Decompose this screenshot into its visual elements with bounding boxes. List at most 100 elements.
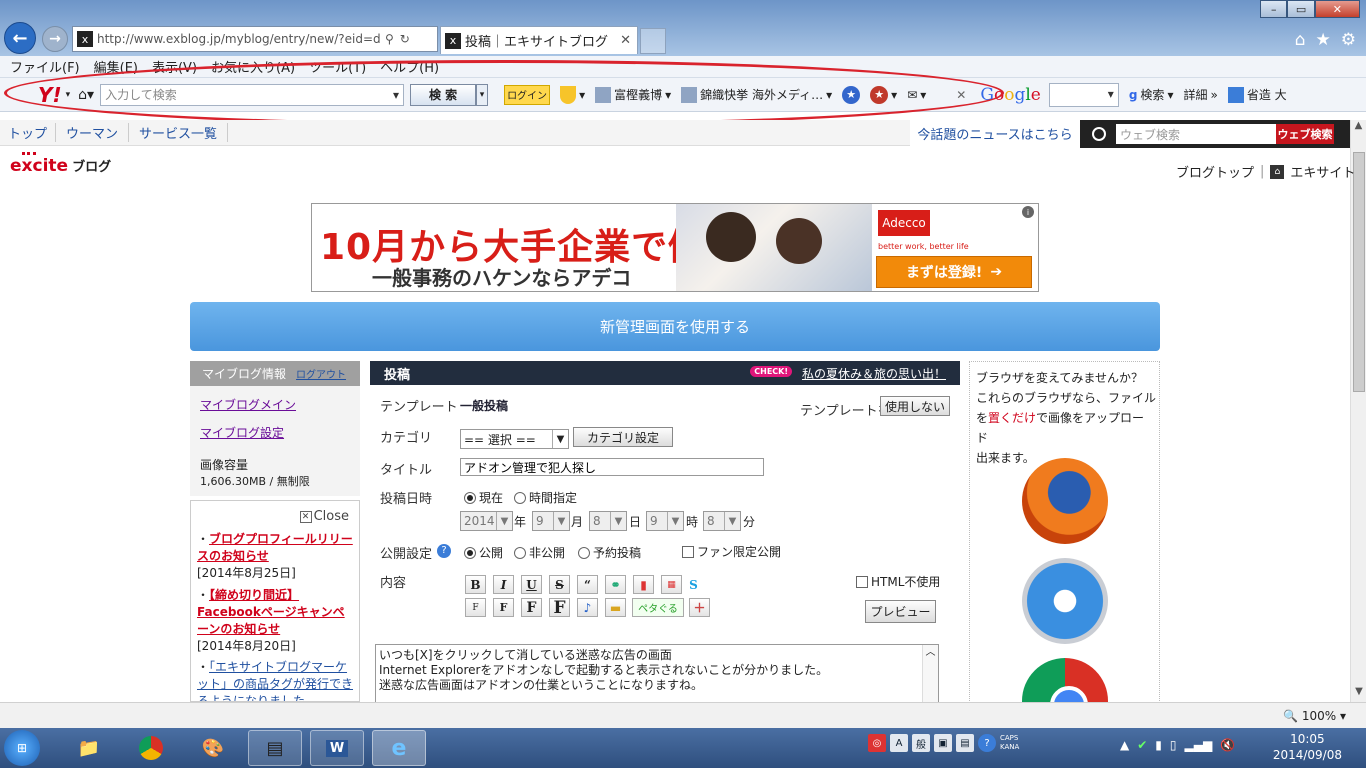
day-select[interactable]: 8 ▼	[589, 511, 627, 531]
category-settings-button[interactable]: カテゴリ設定	[573, 427, 673, 447]
logout-link[interactable]: ログアウト	[296, 366, 346, 381]
excite-link[interactable]: エキサイト	[1290, 162, 1355, 181]
date-now-radio[interactable]: 現在	[464, 489, 503, 506]
volume-mute-icon[interactable]: 🔇	[1220, 738, 1235, 752]
bold-button[interactable]: B	[465, 575, 486, 594]
publish-public-radio[interactable]: 公開	[464, 544, 503, 561]
font-size-xlarge-button[interactable]: F	[549, 598, 570, 618]
chrome-icon[interactable]	[1022, 658, 1108, 702]
google-search-button[interactable]: g 検索 ▾	[1129, 86, 1174, 103]
home-icon[interactable]: ⌂	[1295, 30, 1306, 50]
ime-icon[interactable]: ◎	[868, 734, 886, 752]
publish-private-radio[interactable]: 非公開	[514, 544, 565, 561]
notice-link[interactable]: 【締め切り間近】Facebookページキャンペーンのお知らせ	[197, 588, 345, 636]
font-size-small-button[interactable]: F	[465, 598, 486, 617]
html-off-checkbox[interactable]: HTML不使用	[856, 573, 940, 590]
font-size-large-button[interactable]: F	[521, 598, 542, 617]
menu-help[interactable]: ヘルプ(H)	[380, 57, 439, 76]
title-input[interactable]: アドオン管理で犯人探し	[460, 458, 764, 476]
zoom-control[interactable]: 🔍 100% ▾	[1283, 709, 1346, 723]
color-grid-icon[interactable]: ▦	[661, 575, 682, 594]
user-account[interactable]: 省造 大川	[1227, 86, 1287, 103]
menu-edit[interactable]: 編集(E)	[94, 57, 138, 76]
show-hidden-icons[interactable]: ▲	[1120, 738, 1129, 752]
close-toolbar-icon[interactable]: ✕	[956, 88, 966, 102]
maximize-button[interactable]: ▭	[1287, 0, 1315, 18]
forward-button[interactable]: →	[42, 26, 68, 52]
word-taskbar-icon[interactable]: W	[310, 730, 364, 766]
toolbar-search-button[interactable]: 検 索	[410, 83, 477, 106]
ie-taskbar-icon[interactable]: e	[372, 730, 426, 766]
search-icon[interactable]: ⚲	[385, 32, 394, 46]
ime-mode[interactable]: A	[890, 734, 908, 752]
firefox-icon[interactable]	[1022, 458, 1108, 544]
font-size-medium-button[interactable]: F	[493, 598, 514, 617]
search-options-dropdown[interactable]: ▾	[476, 83, 489, 106]
notice-link[interactable]: 「エキサイトブログマーケット」の商品タグが発行できるようになりました	[197, 660, 353, 701]
web-search-input[interactable]: ウェブ検索	[1116, 124, 1276, 144]
close-window-button[interactable]: ✕	[1314, 0, 1360, 18]
publish-reserve-radio[interactable]: 予約投稿	[578, 544, 641, 561]
blog-top-link[interactable]: ブログトップ	[1176, 162, 1254, 181]
menu-favorites[interactable]: お気に入り(A)	[211, 57, 295, 76]
clipboard-icon[interactable]: ▯	[1170, 738, 1177, 752]
help-icon[interactable]: ?	[437, 544, 451, 558]
settings-gear-icon[interactable]: ⚙	[1341, 30, 1356, 50]
sidebar-item-blog-main[interactable]: マイブログメイン	[200, 396, 296, 413]
menu-tools[interactable]: ツール(T)	[309, 57, 366, 76]
date-specify-radio[interactable]: 時間指定	[514, 489, 577, 506]
favorites-circle-button[interactable]: ★	[842, 85, 861, 104]
login-button[interactable]: ログイン	[504, 84, 551, 105]
nav-link-woman[interactable]: ウーマン	[56, 123, 130, 142]
preview-button[interactable]: プレビュー	[865, 600, 936, 623]
news-link[interactable]: 今話題のニュースはこちら	[910, 120, 1080, 146]
notice-link[interactable]: ブログプロフィールリリースのお知らせ	[197, 532, 353, 563]
minimize-button[interactable]: –	[1260, 0, 1288, 18]
year-select[interactable]: 2014 ▼	[460, 511, 513, 531]
app-taskbar-icon[interactable]: ▤	[248, 730, 302, 766]
template-disable-button[interactable]: 使用しない	[880, 396, 950, 416]
insert-image-icon[interactable]: ＋	[689, 598, 710, 617]
menu-file[interactable]: ファイル(F)	[10, 57, 80, 76]
clock[interactable]: 10:05 2014/09/08	[1273, 731, 1342, 763]
signal-icon[interactable]: ▂▄▆	[1185, 738, 1213, 752]
ime-dictionary-icon[interactable]: ▣	[934, 734, 952, 752]
dropdown-arrow-icon[interactable]: ▾	[66, 90, 71, 100]
book-icon[interactable]: ▮	[633, 575, 654, 594]
menu-view[interactable]: 表示(V)	[152, 57, 197, 76]
network-check-icon[interactable]: ✔	[1137, 738, 1147, 752]
new-tab-button[interactable]	[640, 28, 666, 54]
security-shield-button[interactable]: ▾	[560, 85, 585, 104]
new-admin-button[interactable]: 新管理画面を使用する	[190, 302, 1160, 351]
peta-guru-button[interactable]: ペタぐる	[632, 598, 684, 617]
yahoo-logo-icon[interactable]: Y!	[38, 83, 62, 107]
nav-link-services[interactable]: サービス一覧	[129, 123, 229, 142]
usb-icon[interactable]: ▮	[1155, 738, 1162, 752]
month-select[interactable]: 9 ▼	[532, 511, 570, 531]
google-search-input[interactable]	[1048, 82, 1119, 107]
ime-tools-icon[interactable]: ▤	[956, 734, 974, 752]
sidebar-item-blog-settings[interactable]: マイブログ設定	[200, 424, 284, 441]
refresh-icon[interactable]: ↻	[400, 32, 410, 46]
close-tab-icon[interactable]: ✕	[620, 33, 631, 48]
ad-register-button[interactable]: まずは登録! ➔	[876, 256, 1032, 288]
folder-icon[interactable]: ▬	[605, 598, 626, 617]
browser-tab[interactable]: x 投稿｜エキサイトブログ ✕	[440, 26, 638, 54]
ime-type[interactable]: 般	[912, 734, 930, 752]
notice-close-button[interactable]: ✕ Close	[299, 509, 349, 524]
favorites-star-icon[interactable]: ★	[1316, 30, 1331, 50]
scroll-up-icon[interactable]: ▲	[1351, 120, 1366, 136]
scroll-down-icon[interactable]: ▼	[1351, 686, 1366, 702]
quote-button[interactable]: “	[577, 575, 598, 594]
fan-only-checkbox[interactable]: ファン限定公開	[682, 543, 781, 560]
page-scrollbar[interactable]: ▲ ▼	[1350, 120, 1366, 702]
textarea-scroll-up-icon[interactable]: ︿	[922, 645, 938, 705]
news-item-1[interactable]: 富樫義博 ▾	[595, 86, 671, 103]
paint-taskbar-icon[interactable]: 🎨	[186, 730, 240, 766]
back-button[interactable]: ←	[4, 22, 36, 54]
news-item-2[interactable]: 錦織快挙 海外メディ… ▾	[681, 86, 832, 103]
content-textarea[interactable]: いつも[X]をクリックして消している迷惑な広告の画面 Internet Expl…	[375, 644, 939, 706]
skype-icon[interactable]: S	[683, 575, 704, 594]
minute-select[interactable]: 8 ▼	[703, 511, 741, 531]
badge-button[interactable]: ★ ▾	[870, 85, 897, 104]
